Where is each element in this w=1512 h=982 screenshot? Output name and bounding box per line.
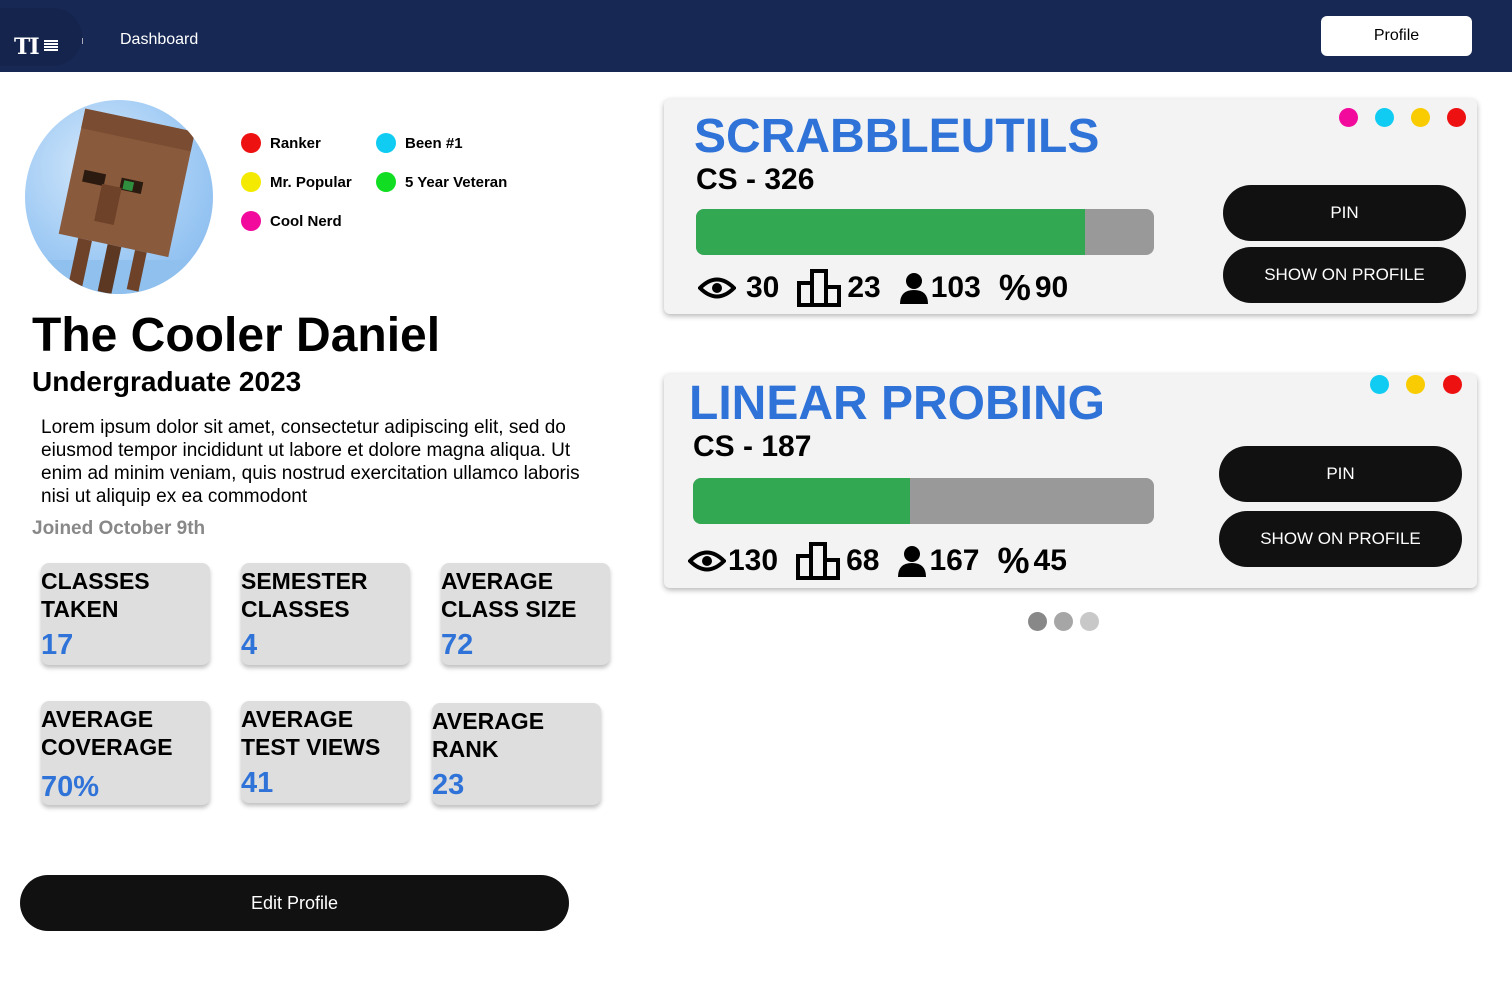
stat-value: 4 xyxy=(241,629,258,661)
stat-average-test-views: AVERAGE TEST VIEWS 41 xyxy=(241,701,410,803)
percent-icon: % xyxy=(997,540,1030,581)
nav-dashboard-link[interactable]: Dashboard xyxy=(120,31,198,49)
eye-icon xyxy=(698,277,736,299)
users-count: 103 xyxy=(930,271,981,304)
percent-value: 90 xyxy=(1034,271,1069,304)
logo[interactable]: TI xyxy=(0,8,82,66)
stat-value: 17 xyxy=(41,629,74,661)
badge-ranker: Ranker xyxy=(241,133,321,153)
badge-cool-nerd: Cool Nerd xyxy=(241,211,342,231)
badge-label: Mr. Popular xyxy=(270,173,352,191)
progress-bar xyxy=(693,478,1154,524)
users-count: 167 xyxy=(929,544,980,577)
top-bar: TI Dashboard Profile xyxy=(0,0,1512,72)
pin-button[interactable]: PIN xyxy=(1223,185,1466,241)
rank-count: 23 xyxy=(847,271,881,304)
badge-dot xyxy=(241,211,261,231)
show-on-profile-button[interactable]: SHOW ON PROFILE xyxy=(1223,247,1466,303)
stat-label: CLASSES TAKEN xyxy=(41,568,150,622)
class-metrics: 30 23 103 % 90 xyxy=(698,267,1068,309)
carousel-pager xyxy=(1028,612,1106,631)
divider xyxy=(82,38,83,44)
stat-semester-classes: SEMESTER CLASSES 4 xyxy=(241,563,410,665)
tag-dot xyxy=(1370,375,1389,394)
stat-label: SEMESTER CLASSES xyxy=(241,568,368,622)
pager-dot[interactable] xyxy=(1080,612,1099,631)
pin-button[interactable]: PIN xyxy=(1219,446,1462,502)
stat-label: AVERAGE RANK xyxy=(432,708,545,762)
stat-average-class-size: AVERAGE CLASS SIZE 72 xyxy=(441,563,610,665)
class-code: CS - 326 xyxy=(696,163,815,196)
badge-been-first: Been #1 xyxy=(376,133,463,153)
stat-value: 41 xyxy=(241,767,274,799)
class-title: SCRABBLEUTILS xyxy=(694,110,1100,163)
badge-five-year-veteran: 5 Year Veteran xyxy=(376,172,507,192)
rank-podium-icon xyxy=(797,269,842,307)
badge-label: 5 Year Veteran xyxy=(405,173,508,191)
pager-dot[interactable] xyxy=(1054,612,1073,631)
avatar xyxy=(25,100,213,294)
badge-dot xyxy=(241,133,261,153)
badge-label: Ranker xyxy=(270,134,321,152)
profile-button[interactable]: Profile xyxy=(1321,16,1472,56)
views-count: 30 xyxy=(746,271,780,304)
tag-dot xyxy=(1339,108,1358,127)
class-card[interactable]: LINEAR PROBING CS - 187 130 68 167 % 45 … xyxy=(664,374,1477,588)
badge-dot xyxy=(376,133,396,153)
progress-bar xyxy=(696,209,1154,255)
stat-label: AVERAGE COVERAGE xyxy=(41,706,173,760)
stat-value: 70% xyxy=(41,771,100,803)
eye-icon xyxy=(688,550,726,572)
stat-label: AVERAGE TEST VIEWS xyxy=(241,706,381,760)
rank-podium-icon xyxy=(796,542,841,580)
stat-classes-taken: CLASSES TAKEN 17 xyxy=(41,563,210,665)
stat-value: 23 xyxy=(432,769,465,801)
logo-text: TI xyxy=(14,34,40,60)
class-title: LINEAR PROBING xyxy=(689,377,1106,430)
tag-dot xyxy=(1447,108,1466,127)
user-bio: Lorem ipsum dolor sit amet, consectetur … xyxy=(41,417,580,507)
progress-fill xyxy=(693,478,910,524)
edit-profile-button[interactable]: Edit Profile xyxy=(20,875,569,931)
stat-average-rank: AVERAGE RANK 23 xyxy=(432,703,601,805)
stat-label: AVERAGE CLASS SIZE xyxy=(441,568,577,622)
class-card[interactable]: SCRABBLEUTILS CS - 326 30 23 103 % 90 PI… xyxy=(664,99,1477,314)
stat-value: 72 xyxy=(441,629,474,661)
pager-dot-active[interactable] xyxy=(1028,612,1047,631)
badge-label: Cool Nerd xyxy=(270,212,342,230)
views-count: 130 xyxy=(728,544,779,577)
badge-dot xyxy=(241,172,261,192)
tag-dot xyxy=(1406,375,1425,394)
show-on-profile-button[interactable]: SHOW ON PROFILE xyxy=(1219,511,1462,567)
user-icon xyxy=(898,546,927,577)
joined-date: Joined October 9th xyxy=(32,518,206,539)
rank-count: 68 xyxy=(846,544,880,577)
badge-mr-popular: Mr. Popular xyxy=(241,172,352,192)
tag-dot xyxy=(1411,108,1430,127)
badge-dot xyxy=(376,172,396,192)
tag-dot xyxy=(1443,375,1462,394)
user-level: Undergraduate 2023 xyxy=(32,366,302,397)
class-metrics: 130 68 167 % 45 xyxy=(688,540,1067,582)
badge-label: Been #1 xyxy=(405,134,463,152)
class-code: CS - 187 xyxy=(693,430,812,463)
progress-fill xyxy=(696,209,1086,255)
percent-icon: % xyxy=(998,267,1031,308)
tag-dot xyxy=(1375,108,1394,127)
user-icon xyxy=(899,273,928,304)
logo-icon xyxy=(44,40,58,52)
percent-value: 45 xyxy=(1033,544,1067,577)
stat-average-coverage: AVERAGE COVERAGE 70% xyxy=(41,701,210,805)
user-name: The Cooler Daniel xyxy=(32,309,441,362)
